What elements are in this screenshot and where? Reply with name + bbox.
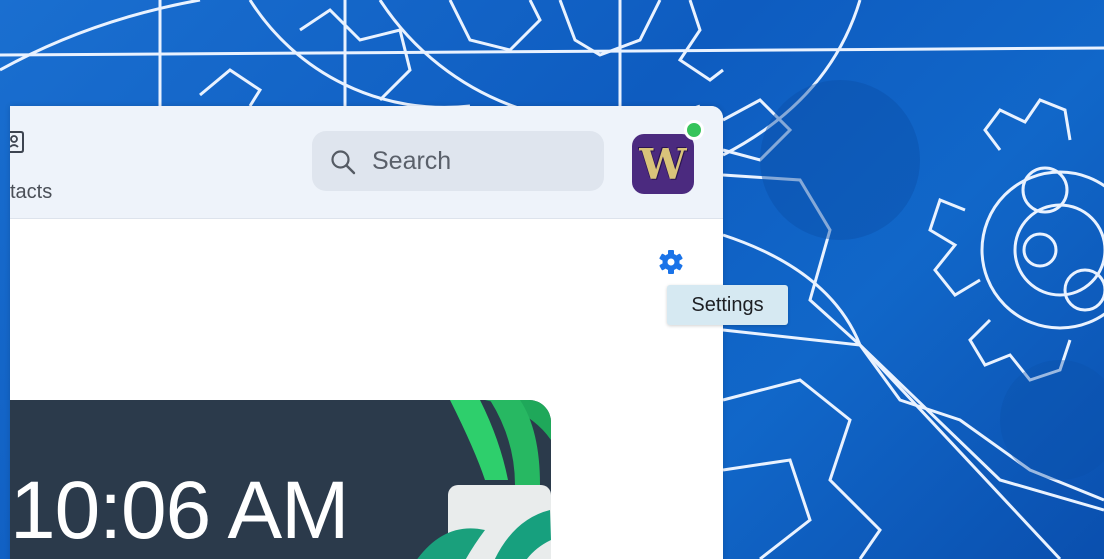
search-box[interactable] <box>312 131 604 191</box>
screen: tacts W <box>0 0 1104 559</box>
tab-contacts[interactable]: tacts <box>10 126 80 206</box>
search-icon <box>331 150 356 175</box>
tab-contacts-label: tacts <box>10 181 53 203</box>
online-status-icon <box>684 120 704 140</box>
top-toolbar: tacts W <box>10 106 723 219</box>
profile-avatar[interactable]: W <box>632 134 694 194</box>
gear-icon <box>659 250 683 274</box>
search-input[interactable] <box>372 145 582 177</box>
zoom-main-window: tacts W <box>10 106 723 559</box>
settings-tooltip: Settings <box>667 285 788 325</box>
plant-illustration <box>417 400 551 559</box>
clock-card: 10:06 AM <box>10 400 551 559</box>
clock-time: 10:06 AM <box>10 465 349 556</box>
contacts-icon <box>10 131 24 153</box>
avatar-letter: W <box>639 140 687 189</box>
settings-button[interactable] <box>655 246 687 278</box>
